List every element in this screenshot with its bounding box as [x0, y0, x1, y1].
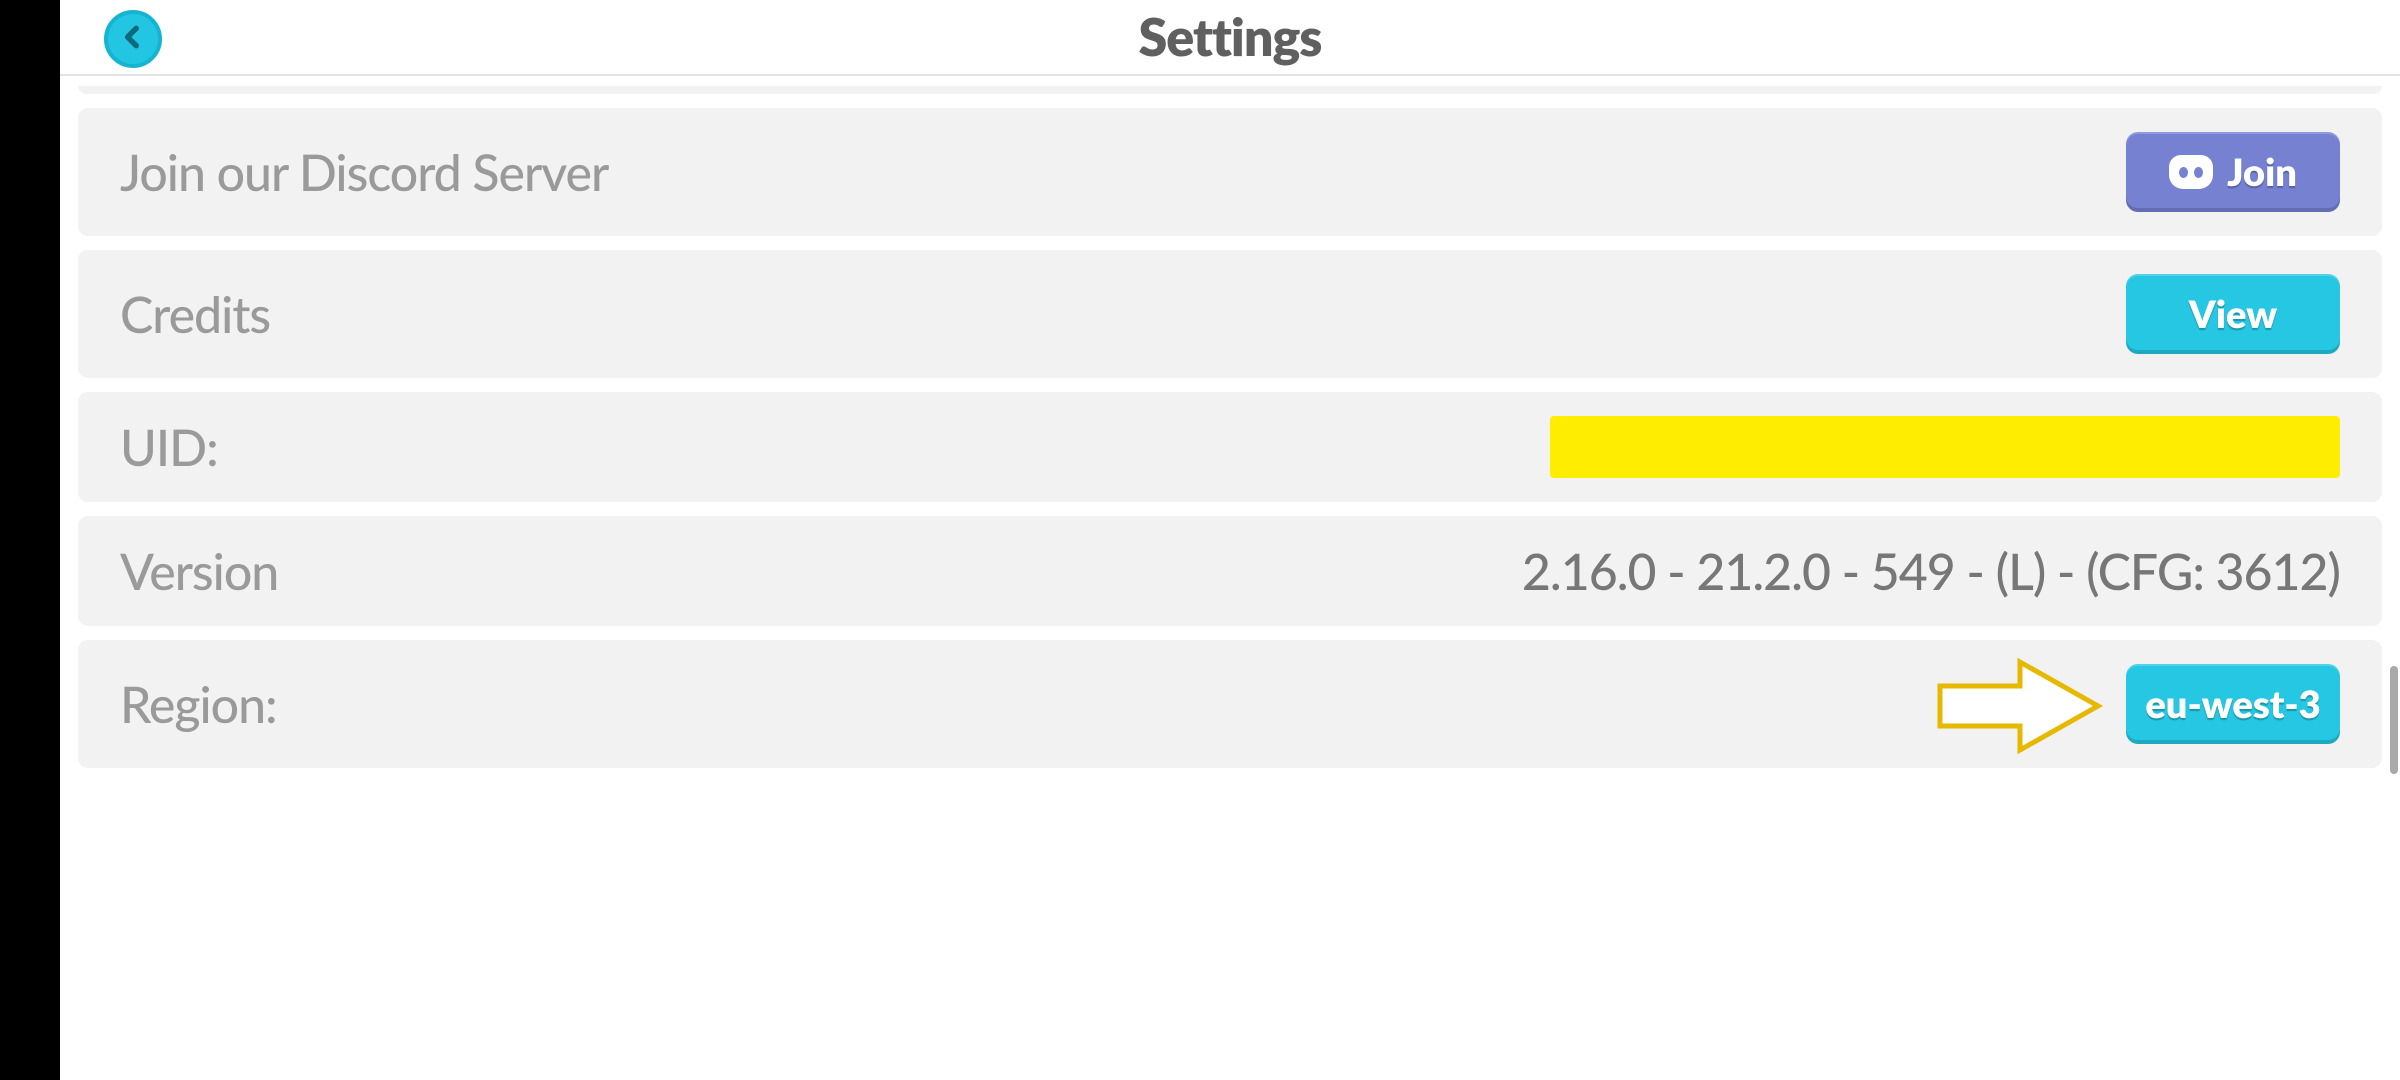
page-title: Settings: [1139, 6, 1322, 68]
list-item-uid: UID:: [78, 392, 2382, 502]
join-discord-button[interactable]: Join: [2126, 132, 2340, 212]
list-item-partial: [78, 86, 2382, 94]
back-button[interactable]: [104, 10, 162, 68]
region-button-label: eu-west-3: [2145, 681, 2320, 727]
region-label: Region:: [120, 674, 277, 734]
header: Settings: [60, 0, 2400, 76]
list-item-discord: Join our Discord Server Join: [78, 108, 2382, 236]
uid-label: UID:: [120, 417, 218, 477]
region-button[interactable]: eu-west-3: [2126, 664, 2340, 744]
chevron-left-icon: [120, 24, 146, 54]
discord-label: Join our Discord Server: [120, 142, 608, 202]
list-item-region: Region: eu-west-3: [78, 640, 2382, 768]
discord-icon: [2169, 155, 2213, 189]
uid-value-redacted: [1550, 416, 2340, 478]
arrow-right-annotation-icon: [1936, 656, 2106, 756]
view-button-label: View: [2189, 291, 2277, 337]
version-label: Version: [120, 541, 278, 601]
settings-screen: Settings Join our Discord Server Join Cr…: [60, 0, 2400, 1080]
left-black-bar: [0, 0, 60, 1080]
list-item-version: Version 2.16.0 - 21.2.0 - 549 - (L) - (C…: [78, 516, 2382, 626]
credits-label: Credits: [120, 284, 270, 344]
settings-list: Join our Discord Server Join Credits Vie…: [60, 76, 2400, 1080]
join-button-label: Join: [2227, 149, 2297, 195]
version-value: 2.16.0 - 21.2.0 - 549 - (L) - (CFG: 3612…: [1522, 541, 2340, 601]
view-credits-button[interactable]: View: [2126, 274, 2340, 354]
scrollbar-thumb[interactable]: [2390, 666, 2398, 774]
list-item-credits: Credits View: [78, 250, 2382, 378]
